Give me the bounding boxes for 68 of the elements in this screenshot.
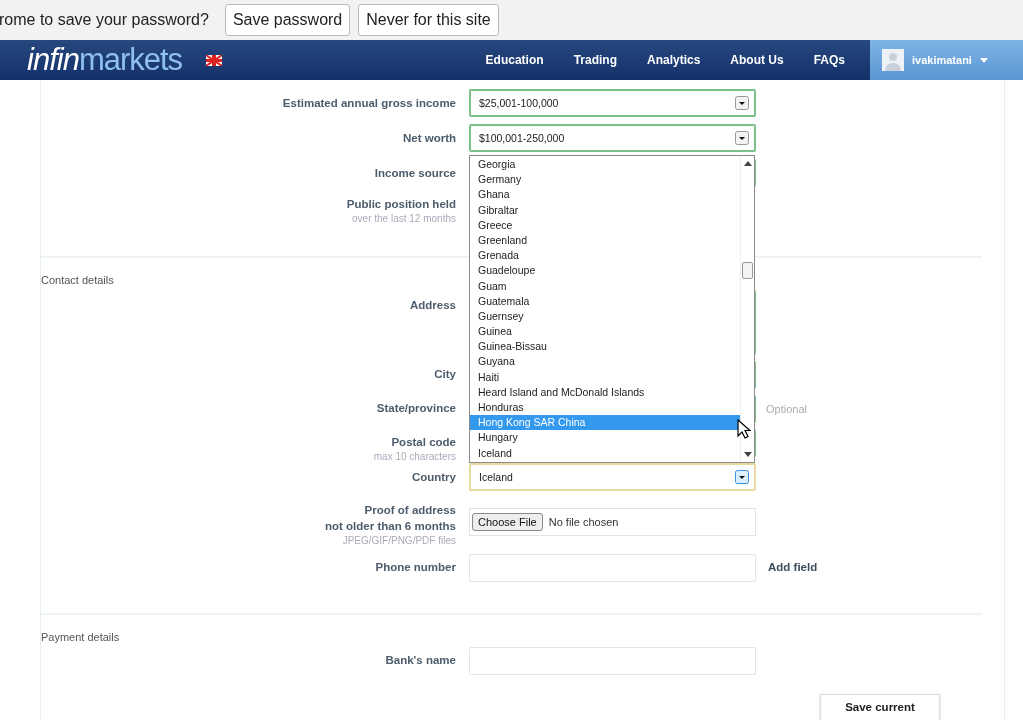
- username: ivakimatani: [912, 54, 972, 66]
- nav-link[interactable]: Analytics: [631, 53, 716, 67]
- dropdown-option[interactable]: Iceland: [470, 445, 740, 461]
- optional-note: Optional: [766, 403, 807, 415]
- save-button[interactable]: Save current: [820, 694, 940, 720]
- dropdown-icon: [735, 131, 749, 145]
- dropdown-option[interactable]: Ghana: [470, 187, 740, 203]
- file-field[interactable]: Choose File No file chosen: [469, 508, 756, 536]
- add-field-link[interactable]: Add field: [768, 561, 818, 573]
- avatar-icon: [882, 49, 904, 71]
- field-label: Bank's name: [385, 653, 456, 668]
- caret-icon: [979, 57, 988, 63]
- text-field[interactable]: [469, 554, 756, 582]
- section-title: Payment details: [41, 631, 120, 645]
- dropdown-option[interactable]: Hungary: [470, 430, 740, 446]
- password-bar-button[interactable]: Save password: [224, 4, 351, 36]
- dropdown-option[interactable]: Guatemala: [470, 293, 740, 309]
- dropdown-option[interactable]: Guinea-Bissau: [470, 339, 740, 355]
- dropdown-option[interactable]: Guyana: [470, 354, 740, 370]
- dropdown-option[interactable]: Guernsey: [470, 308, 740, 325]
- dropdown-option[interactable]: Greenland: [470, 232, 740, 249]
- field-label: Postal code: [391, 435, 456, 450]
- dropdown-option[interactable]: Guam: [470, 278, 740, 294]
- select-field[interactable]: $100,001-250,000: [469, 124, 756, 152]
- field-hint: over the last 12 months: [352, 212, 456, 226]
- text-field[interactable]: [469, 647, 756, 675]
- nav-link[interactable]: Education: [470, 53, 559, 67]
- section-title: Contact details: [41, 274, 114, 288]
- field-label: State/province: [376, 401, 456, 416]
- flag-icon[interactable]: [206, 54, 223, 66]
- field-label: Country: [411, 470, 456, 485]
- nav-link[interactable]: About Us: [715, 53, 799, 67]
- dropdown-option[interactable]: Heard Island and McDonald Islands: [470, 384, 740, 400]
- choose-file-button[interactable]: Choose File: [472, 513, 543, 531]
- dropdown-option[interactable]: Georgia: [470, 157, 740, 173]
- dropdown-option[interactable]: Honduras: [470, 400, 740, 416]
- field-label: Public position held: [346, 197, 456, 212]
- select-field[interactable]: Iceland: [469, 463, 756, 491]
- scroll-up-icon[interactable]: [743, 161, 752, 166]
- dropdown-option[interactable]: Haiti: [470, 369, 740, 385]
- scrollbar-thumb[interactable]: [742, 262, 753, 279]
- dropdown-option[interactable]: Greece: [470, 217, 740, 233]
- field-label: Net worth: [402, 131, 456, 146]
- field-label: not older than 6 months: [325, 519, 456, 534]
- dropdown-icon: [735, 470, 749, 484]
- password-bar-button[interactable]: Never for this site: [358, 4, 499, 36]
- field-label: Proof of address: [364, 503, 456, 518]
- dropdown-option[interactable]: Gibraltar: [470, 202, 740, 218]
- dropdown-option[interactable]: Guinea: [470, 324, 740, 340]
- field-label: City: [434, 367, 456, 382]
- field-label: Income source: [374, 166, 456, 181]
- logo[interactable]: infinmarkets: [27, 42, 183, 78]
- nav-link[interactable]: FAQs: [798, 53, 860, 67]
- dropdown-icon: [735, 96, 749, 110]
- dropdown-option[interactable]: Germany: [470, 172, 740, 188]
- field-label: Estimated annual gross income: [282, 96, 456, 111]
- field-hint: JPEG/GIF/PNG/PDF files: [342, 534, 456, 548]
- nav-link[interactable]: Trading: [558, 53, 632, 67]
- field-label: Address: [409, 298, 456, 313]
- cursor-icon: [737, 419, 751, 440]
- file-status: No file chosen: [548, 516, 619, 528]
- select-field[interactable]: $25,001-100,000: [469, 89, 756, 117]
- dropdown-option[interactable]: Grenada: [470, 248, 740, 264]
- dropdown-option[interactable]: Guadeloupe: [470, 263, 740, 279]
- field-hint: max 10 characters: [373, 450, 456, 464]
- password-prompt: rome to save your password?: [0, 11, 209, 29]
- field-label: Phone number: [375, 560, 456, 575]
- scroll-down-icon[interactable]: [743, 452, 752, 457]
